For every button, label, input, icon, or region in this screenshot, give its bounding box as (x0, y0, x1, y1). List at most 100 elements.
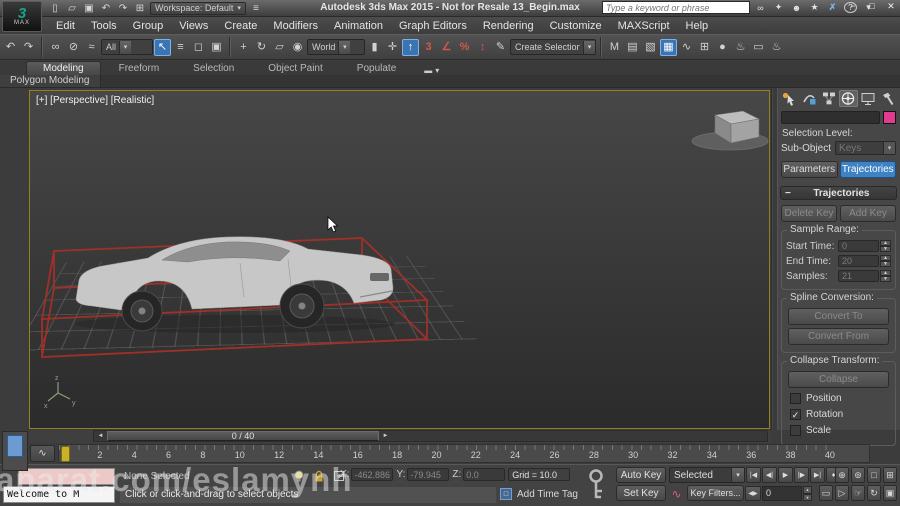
go-to-start-icon[interactable]: |◀ (746, 467, 761, 483)
workspace-dropdown[interactable]: Workspace: Default ▾ (150, 1, 246, 15)
coordinate-input[interactable]: -79.945 (407, 468, 450, 481)
toolbar-config-icon[interactable]: ≡ (249, 1, 263, 15)
undo-history-icon[interactable]: ↶ (2, 39, 19, 56)
menu-item[interactable]: Tools (83, 19, 125, 33)
spinner-control[interactable]: ▲ ▼ (880, 255, 891, 267)
new-scene-icon[interactable]: ▯ (48, 1, 62, 15)
value-field[interactable]: 20 (838, 255, 879, 267)
transform-checkbox-row[interactable]: ✓ Rotation (790, 409, 887, 420)
zoom-icon[interactable]: ⊕ (835, 467, 849, 483)
trajectories-rollout-header[interactable]: − Trajectories (780, 186, 897, 200)
menu-item[interactable]: Edit (48, 19, 83, 33)
minimize-ribbon-button[interactable]: ▬ ▾ (424, 66, 439, 75)
default-tangents-icon[interactable]: ∿ (669, 486, 684, 501)
viewport-layout-tabs-button[interactable] (2, 431, 28, 471)
redo-history-icon[interactable]: ↷ (20, 39, 37, 56)
mini-curve-editor-button[interactable]: ∿ (30, 445, 55, 462)
render-setup-icon[interactable]: ♨ (732, 39, 749, 56)
key-step-icon[interactable]: ◀▶ (745, 486, 761, 501)
auto-key-button[interactable]: Auto Key (616, 467, 666, 483)
minimize-icon[interactable]: − (847, 1, 859, 12)
maximize-icon[interactable]: □ (866, 1, 878, 12)
application-menu-button[interactable]: 3 MAX (2, 1, 42, 32)
viewport-label[interactable]: [+] [Perspective] [Realistic] (36, 95, 154, 106)
previous-frame-icon[interactable]: ◀| (762, 467, 777, 483)
menu-item[interactable]: Graph Editors (391, 19, 475, 33)
ribbon-tab[interactable]: Selection (177, 62, 250, 75)
current-frame-marker[interactable] (61, 446, 70, 462)
angle-snap-icon[interactable]: ∠ (438, 39, 455, 56)
snaps-toggle-3d-icon[interactable]: 3 (420, 39, 437, 56)
add-time-tag[interactable]: □ Add Time Tag (500, 488, 578, 500)
select-and-rotate-icon[interactable]: ↻ (253, 39, 270, 56)
checkbox[interactable]: ✓ (790, 409, 801, 420)
menu-item[interactable]: Rendering (475, 19, 542, 33)
zoom-extents-all-icon[interactable]: ⊞ (883, 467, 897, 483)
select-object-icon[interactable]: ↖ (154, 38, 171, 56)
spinner-snap-icon[interactable]: ↕ (474, 39, 491, 56)
menu-item[interactable]: Views (171, 19, 216, 33)
ribbon-tab[interactable]: Modeling (26, 61, 101, 75)
select-and-scale-icon[interactable]: ▱ (271, 39, 288, 56)
hierarchy-tab[interactable] (819, 90, 838, 107)
select-and-move-icon[interactable]: + (235, 39, 252, 56)
zoom-region-icon[interactable]: ▭ (819, 485, 833, 501)
selection-lock-toggle[interactable] (311, 468, 327, 484)
transform-checkbox-row[interactable]: Scale (790, 425, 887, 436)
collapse-button[interactable]: Collapse (788, 371, 889, 388)
reference-coordinate-dropdown[interactable]: World ▾ (307, 39, 365, 55)
select-by-name-icon[interactable]: ≡ (172, 39, 189, 56)
next-frame-arrow-icon[interactable]: ► (379, 431, 392, 441)
menu-item[interactable]: Animation (326, 19, 391, 33)
select-and-manipulate-icon[interactable]: ✛ (384, 39, 401, 56)
perspective-viewport[interactable]: [+] [Perspective] [Realistic] x y z (29, 90, 770, 429)
close-icon[interactable]: ✕ (885, 1, 897, 12)
window-crossing-icon[interactable]: ▣ (208, 39, 225, 56)
current-frame-input[interactable]: 0 (762, 486, 802, 501)
create-tab[interactable] (780, 90, 799, 107)
unlink-selection-icon[interactable]: ⊘ (65, 39, 82, 56)
previous-frame-arrow-icon[interactable]: ◄ (94, 431, 107, 441)
maximize-viewport-icon[interactable]: ▣ (883, 485, 897, 501)
exchange-icon[interactable]: ✗ (826, 1, 839, 14)
spline-conversion-button[interactable]: Convert From (788, 328, 889, 345)
ribbon-tab[interactable]: Populate (341, 62, 412, 75)
set-key-mode-region[interactable] (587, 468, 611, 505)
transform-checkbox-row[interactable]: Position (790, 393, 887, 404)
go-to-end-icon[interactable]: ▶| (810, 467, 825, 483)
track-bar[interactable]: 0246810121416182022242628303234363840 (58, 444, 870, 463)
zoom-extents-icon[interactable]: □ (867, 467, 881, 483)
menu-item[interactable]: Customize (542, 19, 610, 33)
menu-item[interactable]: Group (125, 19, 172, 33)
select-and-link-icon[interactable]: ∞ (47, 39, 64, 56)
object-name-field[interactable] (781, 111, 880, 124)
bind-to-space-warp-icon[interactable]: ≈ (83, 39, 100, 56)
select-and-place-icon[interactable]: ◉ (289, 39, 306, 56)
motion-tab[interactable] (839, 90, 858, 107)
edit-named-selection-sets-icon[interactable]: ✎ (492, 39, 509, 56)
favorites-star-icon[interactable]: ★ (808, 1, 821, 14)
undo-icon[interactable]: ↶ (99, 1, 113, 15)
zoom-all-icon[interactable]: ⊚ (851, 467, 865, 483)
curve-editor-icon[interactable]: ∿ (678, 39, 695, 56)
rendered-frame-icon[interactable]: ▭ (750, 39, 767, 56)
redo-icon[interactable]: ↷ (116, 1, 130, 15)
polygon-modeling-panel[interactable]: Polygon Modeling (0, 75, 101, 87)
spline-conversion-button[interactable]: Convert To (788, 308, 889, 325)
coordinate-input[interactable]: -462.886 (351, 468, 394, 481)
orbit-icon[interactable]: ↻ (867, 485, 881, 501)
next-frame-icon[interactable]: |▶ (794, 467, 809, 483)
selected-set-dropdown[interactable]: Selected ▾ (669, 467, 745, 483)
parameters-button[interactable]: Parameters (781, 161, 838, 178)
field-of-view-icon[interactable]: ▷ (835, 485, 849, 501)
keyboard-override-icon[interactable]: ↑ (402, 38, 419, 56)
mirror-icon[interactable]: M (606, 39, 623, 56)
percent-snap-icon[interactable]: % (456, 39, 473, 56)
time-slider-track[interactable]: ◄ 0 / 40 ► (93, 430, 768, 442)
use-pivot-point-icon[interactable]: ▮ (366, 39, 383, 56)
pan-view-icon[interactable]: ☞ (851, 485, 865, 501)
key-icon[interactable]: ✦ (772, 1, 785, 14)
maxscript-mini-listener[interactable]: Welcome to M (3, 486, 115, 503)
display-tab[interactable] (859, 90, 878, 107)
checkbox[interactable] (790, 393, 801, 404)
